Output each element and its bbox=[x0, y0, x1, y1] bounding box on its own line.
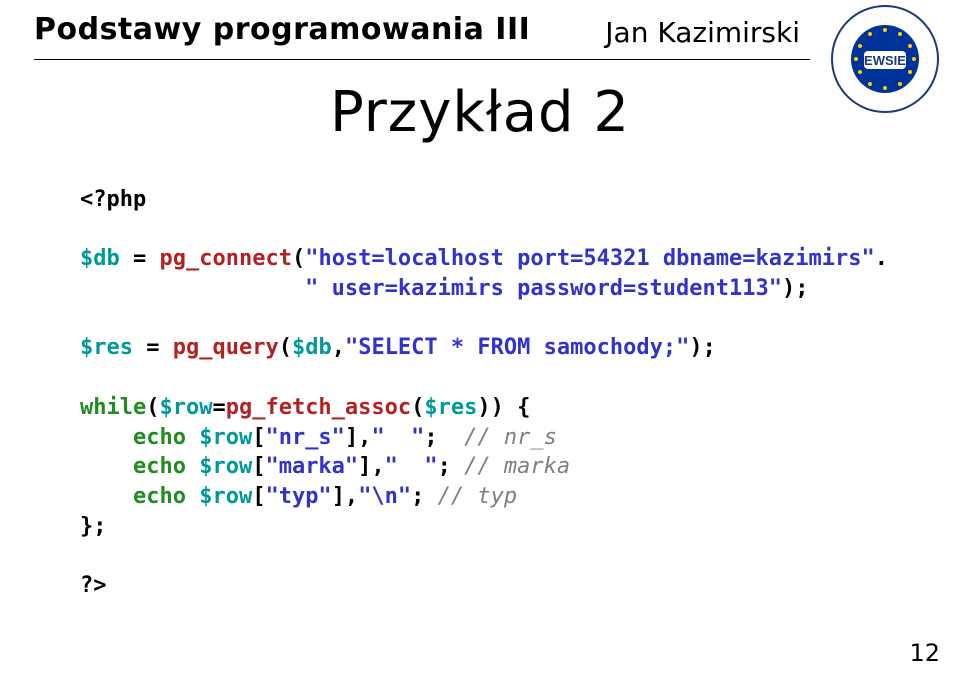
code-l7-sc: ; bbox=[438, 454, 465, 479]
code-l2-str: "host=localhost port=54321 dbname=kazimi… bbox=[305, 246, 875, 271]
code-l10: ?> bbox=[80, 573, 107, 598]
code-l9: }; bbox=[80, 514, 107, 539]
code-l2-fn: pg_connect bbox=[160, 246, 292, 271]
code-l4-str: "SELECT * FROM samochody;" bbox=[345, 335, 689, 360]
ewsie-logo: EWSIE bbox=[830, 4, 940, 114]
code-l2-dot: . bbox=[875, 246, 888, 271]
author-name: Jan Kazimirski bbox=[605, 16, 800, 49]
code-l6-b2: ], bbox=[345, 425, 372, 450]
code-l4-end: ); bbox=[689, 335, 716, 360]
code-l5-kw: while bbox=[80, 395, 146, 420]
code-l8-var: $row bbox=[199, 484, 252, 509]
code-l8-b2: ], bbox=[332, 484, 359, 509]
code-l7-b1: [ bbox=[252, 454, 265, 479]
code-l5-arg: $res bbox=[424, 395, 477, 420]
code-l7-var: $row bbox=[199, 454, 252, 479]
code-l3-str: " user=kazimirs password=student113" bbox=[305, 276, 782, 301]
code-l5-p1: ( bbox=[146, 395, 159, 420]
course-title: Podstawy programowania III bbox=[34, 12, 530, 47]
code-l8-cm: // typ bbox=[438, 484, 517, 509]
code-l5-var: $row bbox=[159, 395, 212, 420]
code-l5-fn: pg_fetch_assoc bbox=[226, 395, 411, 420]
code-l4-arg1: $db bbox=[292, 335, 332, 360]
code-l6-echo: echo bbox=[80, 425, 199, 450]
code-l5-end: )) { bbox=[477, 395, 530, 420]
code-l3-pad bbox=[80, 276, 305, 301]
code-l6-sc: ; bbox=[424, 425, 464, 450]
code-l8-nl: "\n" bbox=[358, 484, 411, 509]
header-row: Podstawy programowania III Jan Kazimirsk… bbox=[0, 0, 960, 49]
code-l7-b2: ], bbox=[358, 454, 385, 479]
code-l4-var: $res bbox=[80, 335, 133, 360]
code-l8-echo: echo bbox=[80, 484, 199, 509]
code-l6-sp: " " bbox=[371, 425, 424, 450]
divider bbox=[34, 59, 810, 60]
code-l7-sp: " " bbox=[385, 454, 438, 479]
code-l4-eq: = bbox=[133, 335, 173, 360]
code-l8-b1: [ bbox=[252, 484, 265, 509]
page-number: 12 bbox=[909, 639, 940, 667]
code-l4-fn: pg_query bbox=[173, 335, 279, 360]
code-l4-c: , bbox=[332, 335, 345, 360]
code-l6-var: $row bbox=[199, 425, 252, 450]
code-l7-key: "marka" bbox=[265, 454, 358, 479]
code-l2-p1: ( bbox=[292, 246, 305, 271]
logo-text: EWSIE bbox=[864, 53, 906, 68]
code-l5-eq: = bbox=[212, 395, 225, 420]
code-l4-p1: ( bbox=[279, 335, 292, 360]
code-l6-cm: // nr_s bbox=[464, 425, 557, 450]
code-l2-eq: = bbox=[120, 246, 160, 271]
code-l3-end: ); bbox=[782, 276, 809, 301]
slide-title: Przykład 2 bbox=[0, 80, 960, 145]
code-l8-key: "typ" bbox=[265, 484, 331, 509]
code-l6-key: "nr_s" bbox=[265, 425, 344, 450]
code-l5-p2: ( bbox=[411, 395, 424, 420]
slide: Podstawy programowania III Jan Kazimirsk… bbox=[0, 0, 960, 687]
code-l1: <?php bbox=[80, 187, 146, 212]
code-l7-cm: // marka bbox=[464, 454, 570, 479]
code-l6-b1: [ bbox=[252, 425, 265, 450]
code-l7-echo: echo bbox=[80, 454, 199, 479]
code-l8-sc: ; bbox=[411, 484, 438, 509]
code-block: <?php $db = pg_connect("host=localhost p… bbox=[80, 185, 930, 601]
code-l2-var: $db bbox=[80, 246, 120, 271]
